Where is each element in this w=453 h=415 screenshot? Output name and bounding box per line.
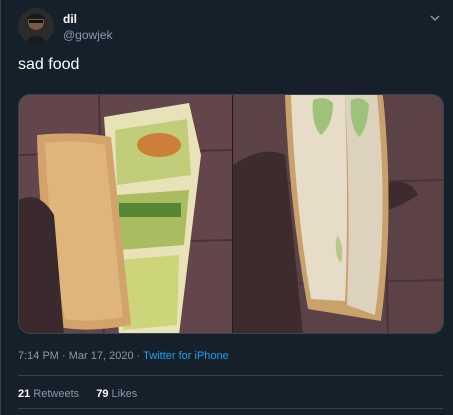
- retweets-label: Retweets: [33, 388, 80, 400]
- avatar[interactable]: [18, 8, 54, 44]
- tweet-header: dil @gowjek: [18, 8, 448, 48]
- bread-split-photo-icon: [232, 95, 443, 333]
- tweet-card: dil @gowjek sad food 7:14 PM · Mar 17, 2…: [0, 0, 453, 415]
- retweets-stat[interactable]: 21 Retweets: [18, 388, 79, 400]
- likes-label: Likes: [111, 388, 138, 400]
- divider: [18, 375, 443, 376]
- bread-package-photo-icon: [19, 95, 233, 333]
- meta-separator: ·: [58, 350, 69, 362]
- author-handle[interactable]: @gowjek: [63, 28, 113, 42]
- media-photo-left[interactable]: [19, 95, 233, 333]
- likes-stat[interactable]: 79 Likes: [96, 388, 137, 400]
- tweet-date[interactable]: Mar 17, 2020: [69, 350, 134, 362]
- tweet-media[interactable]: [18, 94, 444, 334]
- author-name[interactable]: dil: [63, 12, 77, 26]
- tweet-stats: 21 Retweets 79 Likes: [18, 388, 151, 400]
- tweet-meta: 7:14 PM · Mar 17, 2020 · Twitter for iPh…: [18, 350, 229, 362]
- tweet-source-link[interactable]: Twitter for iPhone: [143, 350, 229, 362]
- divider: [18, 408, 443, 409]
- tweet-time[interactable]: 7:14 PM: [18, 350, 59, 362]
- meta-separator: ·: [133, 350, 144, 362]
- likes-count: 79: [96, 388, 109, 400]
- retweets-count: 21: [18, 388, 31, 400]
- chevron-down-icon[interactable]: [428, 11, 442, 25]
- tweet-text: sad food: [18, 56, 80, 73]
- avatar-image-icon: [18, 8, 54, 44]
- media-photo-right[interactable]: [232, 95, 443, 333]
